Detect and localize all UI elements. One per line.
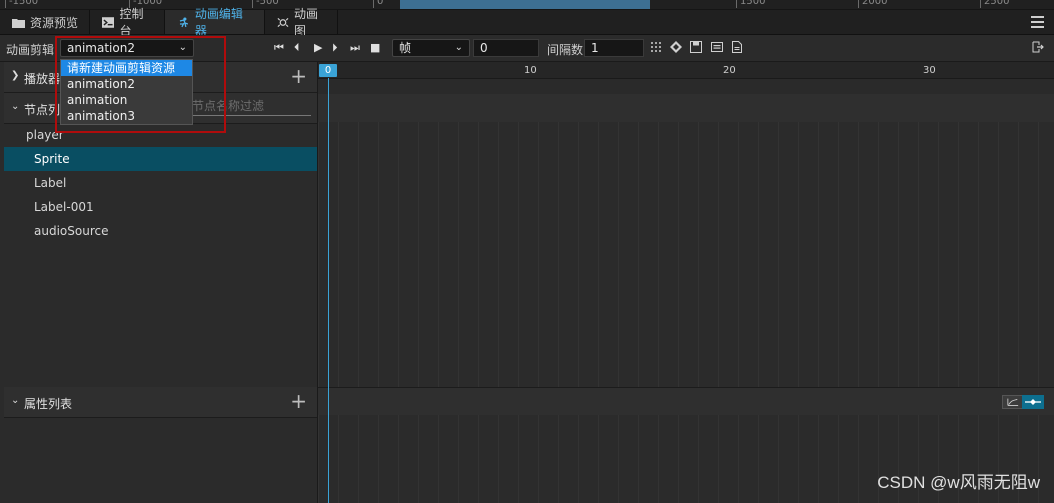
tab-assets-preview[interactable]: 资源预览 xyxy=(0,10,90,34)
ruler-tick: -500 xyxy=(252,0,279,8)
tab-animation-graph[interactable]: 动画图 xyxy=(265,7,338,38)
panel-menu-icon[interactable] xyxy=(1031,16,1044,28)
chevron-right-icon: ❯ xyxy=(11,70,20,81)
tab-console[interactable]: 控制台 xyxy=(90,7,165,38)
ruler-tick: 2000 xyxy=(858,0,887,8)
prev-frame-icon[interactable]: ⏴ xyxy=(294,41,300,55)
playhead-frame-label[interactable]: 0 xyxy=(319,64,337,77)
ruler-tick: 2500 xyxy=(980,0,1009,8)
node-item-sprite[interactable]: Sprite xyxy=(4,147,317,171)
jump-first-frame-icon[interactable]: ⏮ xyxy=(274,41,284,55)
add-property-icon[interactable]: + xyxy=(290,390,307,412)
timeline-ruler[interactable]: 0 10 20 30 xyxy=(318,62,1054,79)
timeline-tick: 20 xyxy=(723,65,736,76)
tab-label: 动画编辑器 xyxy=(194,7,243,38)
watermark: CSDN @w风雨无阻w xyxy=(877,473,1040,492)
stop-icon[interactable]: ■ xyxy=(370,41,380,55)
timeline-tick: 10 xyxy=(524,65,537,76)
playhead-line[interactable] xyxy=(328,78,329,503)
document-icon[interactable] xyxy=(731,41,743,53)
time-mode-value: 帧 xyxy=(399,41,412,55)
tab-animation-editor[interactable]: 动画编辑器 xyxy=(165,7,265,38)
play-icon[interactable]: ▶ xyxy=(314,41,322,55)
animation-graph-icon xyxy=(277,17,289,27)
dropdown-option-animation2[interactable]: animation2 xyxy=(61,76,192,92)
dropdown-option-animation3[interactable]: animation3 xyxy=(61,108,192,124)
scene-ruler: -1500 -1000 -500 0 1500 2000 2500 xyxy=(0,0,1054,10)
keyframe-view-icon[interactable] xyxy=(1022,395,1044,409)
node-item-label[interactable]: Label xyxy=(4,171,317,195)
time-mode-select[interactable]: 帧 ⌄ xyxy=(392,39,470,57)
tab-label: 控制台 xyxy=(119,7,144,38)
curve-editor-icon[interactable] xyxy=(1002,395,1024,409)
ruler-tick: 1500 xyxy=(736,0,765,8)
tab-label: 资源预览 xyxy=(30,15,79,30)
exit-editor-icon[interactable] xyxy=(1032,41,1044,53)
interval-input[interactable]: 1 xyxy=(584,39,644,57)
dropdown-option-new-clip[interactable]: 请新建动画剪辑资源 xyxy=(61,60,192,76)
timeline-node-header-row xyxy=(318,94,1054,122)
jump-last-frame-icon[interactable]: ⏭ xyxy=(350,41,360,55)
folder-icon xyxy=(12,18,25,28)
ruler-tick: 0 xyxy=(373,0,383,8)
ruler-tick: -1500 xyxy=(5,0,38,8)
event-icon[interactable] xyxy=(711,41,723,53)
animation-icon xyxy=(179,16,189,27)
interval-label: 间隔数 xyxy=(547,43,584,57)
frame-input[interactable]: 0 xyxy=(473,39,539,57)
chevron-down-icon: ⌄ xyxy=(11,395,20,406)
scene-thumbnail xyxy=(400,0,650,9)
timeline-panel[interactable]: 0 10 20 30 xyxy=(318,62,1054,503)
timeline-tick: 30 xyxy=(923,65,936,76)
node-item-label-001[interactable]: Label-001 xyxy=(4,195,317,219)
tab-label: 动画图 xyxy=(293,7,318,38)
grid-dots-icon[interactable] xyxy=(650,41,662,53)
clip-dropdown-menu[interactable]: 请新建动画剪辑资源 animation2 animation animation… xyxy=(60,59,193,125)
next-frame-icon[interactable]: ⏵ xyxy=(332,41,338,55)
clip-label: 动画剪辑 xyxy=(6,43,55,57)
panel-tab-bar: 资源预览 控制台 动画编辑器 动画图 xyxy=(0,7,1054,38)
property-list-section-header[interactable]: ⌄ 属性列表 + xyxy=(4,387,317,418)
chevron-down-icon: ⌄ xyxy=(11,101,20,112)
add-icon[interactable]: + xyxy=(290,65,307,87)
keyframe-icon[interactable] xyxy=(670,41,682,53)
timeline-property-header-row xyxy=(318,387,1054,416)
node-item-audiosource[interactable]: audioSource xyxy=(4,219,317,243)
dropdown-option-animation[interactable]: animation xyxy=(61,92,192,108)
console-icon xyxy=(102,16,115,28)
chevron-down-icon: ⌄ xyxy=(454,42,463,53)
save-icon[interactable] xyxy=(690,41,702,53)
property-list-title: 属性列表 xyxy=(24,397,73,411)
